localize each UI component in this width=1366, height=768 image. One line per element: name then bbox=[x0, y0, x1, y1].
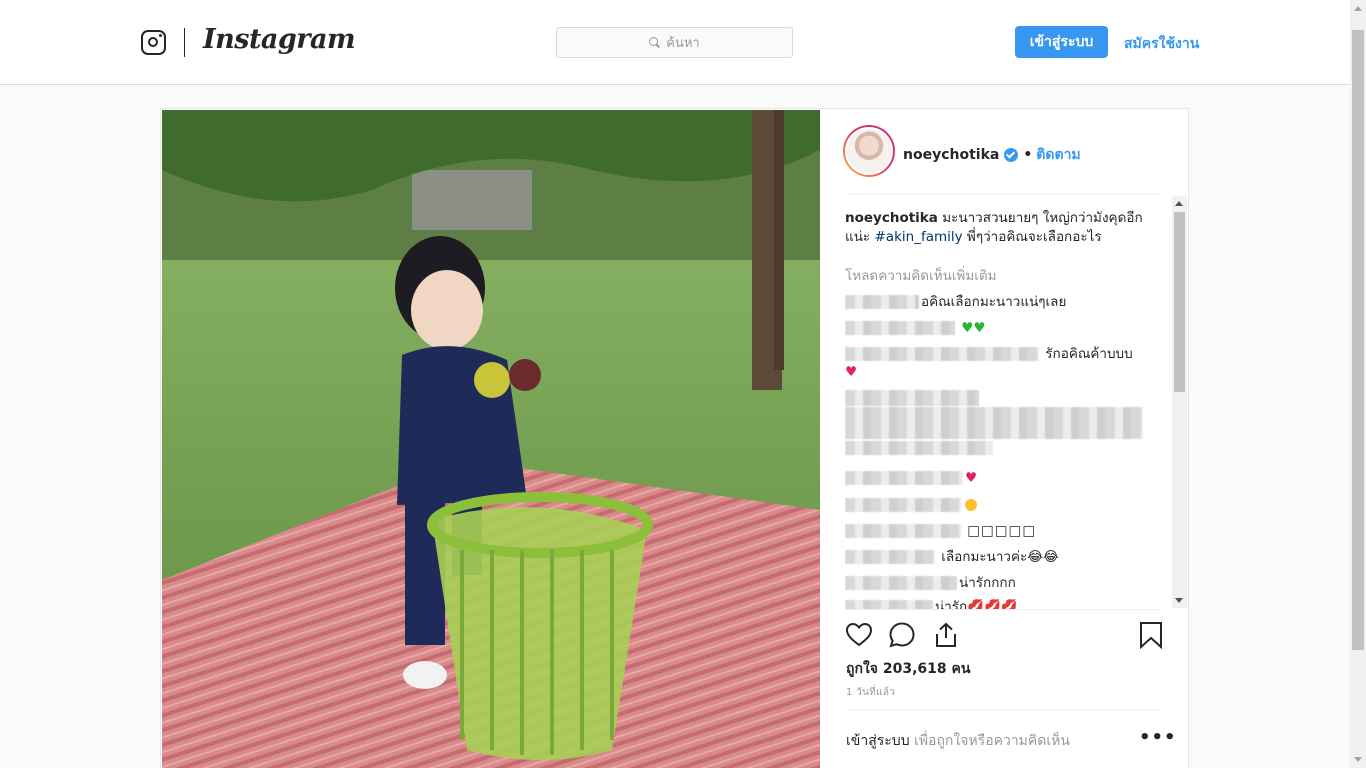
green-heart-icon: ♥♥ bbox=[961, 320, 986, 336]
divider bbox=[845, 609, 1160, 610]
list-item bbox=[845, 496, 1155, 515]
redacted-username bbox=[845, 600, 933, 609]
follow-button[interactable]: ติดตาม bbox=[1036, 144, 1080, 166]
comments-scrollbar[interactable] bbox=[1172, 196, 1187, 608]
scroll-up-arrow-icon[interactable] bbox=[1175, 201, 1183, 206]
bookmark-icon[interactable] bbox=[1137, 621, 1165, 649]
heart-icon[interactable] bbox=[845, 621, 873, 649]
search-input[interactable]: ค้นหา bbox=[556, 27, 793, 58]
login-prompt-text: เพื่อถูกใจหรือความคิดเห็น bbox=[909, 733, 1070, 749]
list-item: ♥ bbox=[845, 469, 1155, 488]
scroll-up-arrow-icon[interactable] bbox=[1354, 6, 1362, 11]
comments-list[interactable]: noeychotika มะนาวสวนยายๆ ใหญ่กว่ามังคุดอ… bbox=[845, 195, 1172, 609]
redacted-username bbox=[845, 347, 1039, 361]
post-caption: noeychotika มะนาวสวนยายๆ ใหญ่กว่ามังคุดอ… bbox=[845, 209, 1145, 247]
post-sidebar: noeychotika • ติดตาม noeychotika มะนาวสว… bbox=[820, 109, 1189, 768]
list-item: เลือกมะนาวค่ะ😂😂 bbox=[845, 548, 1155, 567]
redacted-username bbox=[845, 321, 955, 335]
list-item: อคิณเลือกมะนาวแน่ๆเลย bbox=[845, 293, 1155, 312]
post-card: noeychotika • ติดตาม noeychotika มะนาวสว… bbox=[160, 108, 1189, 768]
redacted-username bbox=[845, 498, 961, 512]
comment-text: น่ารัก💋💋💋 bbox=[935, 599, 1018, 609]
list-item bbox=[845, 439, 1155, 458]
redacted-username bbox=[845, 576, 957, 590]
login-link[interactable]: เข้าสู่ระบบ bbox=[846, 733, 910, 749]
redacted-username bbox=[845, 471, 963, 485]
avatar-image bbox=[845, 127, 893, 175]
search-placeholder: ค้นหา bbox=[666, 36, 700, 51]
scroll-down-arrow-icon[interactable] bbox=[1175, 598, 1183, 603]
list-item: □□□□□ bbox=[845, 522, 1155, 541]
signup-link[interactable]: สมัครใช้งาน bbox=[1124, 33, 1199, 55]
comment-icon[interactable] bbox=[888, 621, 916, 649]
heart-icon-small: ♥ bbox=[965, 470, 978, 486]
like-count[interactable]: ถูกใจ 203,618 คน bbox=[846, 658, 970, 680]
share-icon[interactable] bbox=[932, 621, 960, 649]
list-item bbox=[845, 389, 1155, 408]
scroll-down-arrow-icon[interactable] bbox=[1354, 757, 1362, 762]
avatar[interactable] bbox=[843, 125, 895, 177]
instagram-glyph-icon[interactable] bbox=[141, 30, 166, 55]
post-timestamp[interactable]: 1 วันที่แล้ว bbox=[846, 685, 895, 700]
post-photo-illustration bbox=[162, 110, 820, 768]
redacted-username bbox=[845, 390, 979, 406]
list-item bbox=[845, 407, 1155, 439]
list-item: ♥ bbox=[845, 363, 1155, 382]
search-icon bbox=[649, 37, 660, 48]
comment-text: □□□□□ bbox=[967, 523, 1037, 539]
redacted-comment bbox=[845, 407, 1143, 439]
list-item: น่ารัก💋💋💋 bbox=[845, 598, 1155, 609]
divider bbox=[845, 709, 1160, 710]
comment-text: รักอคิณค้าบบบ bbox=[1041, 346, 1133, 362]
comment-text: เลือกมะนาวค่ะ😂😂 bbox=[937, 549, 1059, 565]
list-item: ♥♥ bbox=[845, 319, 1155, 338]
redacted-username bbox=[845, 524, 961, 538]
more-options-icon[interactable]: ••• bbox=[1139, 727, 1177, 748]
login-prompt: เข้าสู่ระบบ เพื่อถูกใจหรือความคิดเห็น bbox=[846, 730, 1070, 752]
smiling-face-icon bbox=[965, 499, 977, 511]
login-button[interactable]: เข้าสู่ระบบ bbox=[1015, 26, 1108, 58]
top-navigation-bar: Instagram ค้นหา เข้าสู่ระบบ สมัครใช้งาน bbox=[0, 0, 1350, 85]
post-author-row: noeychotika • ติดตาม bbox=[903, 144, 1081, 166]
author-username[interactable]: noeychotika bbox=[903, 147, 999, 163]
post-photo[interactable] bbox=[162, 110, 820, 768]
scrollbar-thumb[interactable] bbox=[1174, 212, 1185, 392]
comment-text: อคิณเลือกมะนาวแน่ๆเลย bbox=[921, 294, 1067, 310]
caption-hashtag[interactable]: #akin_family bbox=[874, 229, 962, 245]
list-item: น่ารักกกก bbox=[845, 574, 1155, 593]
separator-dot: • bbox=[1023, 147, 1033, 163]
load-more-comments-button[interactable]: โหลดความคิดเห็นเพิ่มเติม bbox=[845, 267, 997, 286]
list-item: รักอคิณค้าบบบ bbox=[845, 345, 1155, 364]
page-scrollbar[interactable] bbox=[1350, 0, 1366, 768]
red-heart-icon: ♥ bbox=[845, 364, 858, 380]
redacted-username bbox=[845, 550, 935, 564]
caption-username[interactable]: noeychotika bbox=[845, 210, 938, 226]
redacted-username bbox=[845, 295, 919, 309]
comment-text: น่ารักกกก bbox=[959, 575, 1016, 591]
caption-text-end: พี่ๆว่าอคิณจะเลือกอะไร bbox=[962, 229, 1102, 245]
instagram-wordmark-logo[interactable]: Instagram bbox=[203, 24, 356, 55]
verified-badge-icon bbox=[1004, 148, 1019, 162]
scrollbar-thumb[interactable] bbox=[1352, 30, 1364, 650]
logo-divider bbox=[184, 28, 185, 57]
redacted-comment bbox=[845, 441, 993, 455]
